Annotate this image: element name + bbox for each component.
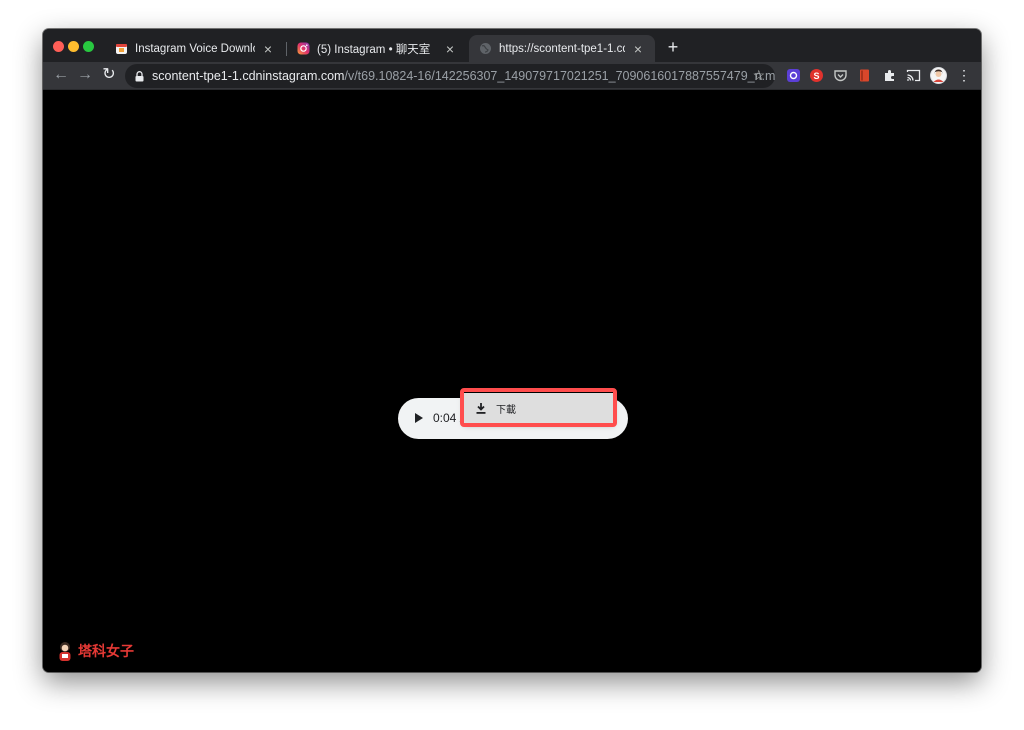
url-host: scontent-tpe1-1.cdninstagram.com bbox=[152, 69, 345, 83]
browser-window: Instagram Voice Downloader - × (5) Insta… bbox=[43, 29, 981, 672]
tab-close-icon[interactable]: × bbox=[443, 41, 457, 57]
tab-strip: Instagram Voice Downloader - × (5) Insta… bbox=[43, 29, 981, 62]
instagram-icon bbox=[297, 42, 310, 55]
pocket-extension-icon[interactable] bbox=[833, 68, 848, 83]
watermark-text: 塔科女子 bbox=[78, 643, 134, 659]
bookmark-star-icon[interactable]: ☆ bbox=[752, 67, 765, 84]
profile-avatar[interactable] bbox=[930, 67, 947, 84]
mascot-logo-icon bbox=[59, 642, 71, 661]
watermark-logo: 塔科女子 bbox=[56, 640, 134, 662]
s-extension-icon[interactable]: S bbox=[809, 68, 824, 83]
globe-icon bbox=[480, 43, 491, 54]
playback-time: 0:04 / bbox=[433, 411, 464, 425]
window-close-button[interactable] bbox=[53, 41, 64, 52]
tab-close-icon[interactable]: × bbox=[631, 41, 645, 57]
tab-title: (5) Instagram • 聊天室 bbox=[317, 43, 431, 56]
new-tab-button[interactable]: + bbox=[663, 37, 683, 58]
tab-title: https://scontent-tpe1-1.cdninst bbox=[499, 42, 625, 55]
extensions-icon[interactable] bbox=[882, 68, 897, 83]
forward-button[interactable]: → bbox=[75, 65, 95, 85]
back-button[interactable]: ← bbox=[51, 65, 71, 85]
tab-instagram-voice-downloader[interactable]: Instagram Voice Downloader - × bbox=[105, 35, 285, 62]
downloader-favicon-icon bbox=[116, 44, 127, 54]
tab-title: Instagram Voice Downloader - bbox=[135, 42, 255, 55]
play-icon[interactable] bbox=[415, 413, 423, 423]
lock-icon bbox=[135, 70, 144, 81]
tab-instagram-chat[interactable]: (5) Instagram • 聊天室 × bbox=[287, 35, 467, 62]
address-bar[interactable]: scontent-tpe1-1.cdninstagram.com /v/t69.… bbox=[125, 64, 775, 88]
notebook-extension-icon[interactable] bbox=[857, 68, 872, 83]
tab-close-icon[interactable]: × bbox=[261, 41, 275, 57]
svg-text:S: S bbox=[813, 71, 819, 81]
browser-menu-icon[interactable]: ⋮ bbox=[954, 65, 974, 85]
reload-button[interactable]: ↻ bbox=[99, 65, 119, 85]
video-page-content: 0:04 / 下載 塔科女子 bbox=[43, 90, 981, 672]
tab-media-url[interactable]: https://scontent-tpe1-1.cdninst × bbox=[469, 35, 655, 62]
window-minimize-button[interactable] bbox=[68, 41, 79, 52]
download-highlight-box bbox=[460, 388, 617, 427]
url-path: /v/t69.10824-16/142256307_14907971702125… bbox=[344, 69, 775, 83]
cast-icon[interactable] bbox=[906, 68, 921, 83]
screen-capture-extension-icon[interactable] bbox=[786, 68, 801, 83]
window-maximize-button[interactable] bbox=[83, 41, 94, 52]
browser-toolbar: ← → ↻ scontent-tpe1-1.cdninstagram.com /… bbox=[43, 62, 981, 90]
